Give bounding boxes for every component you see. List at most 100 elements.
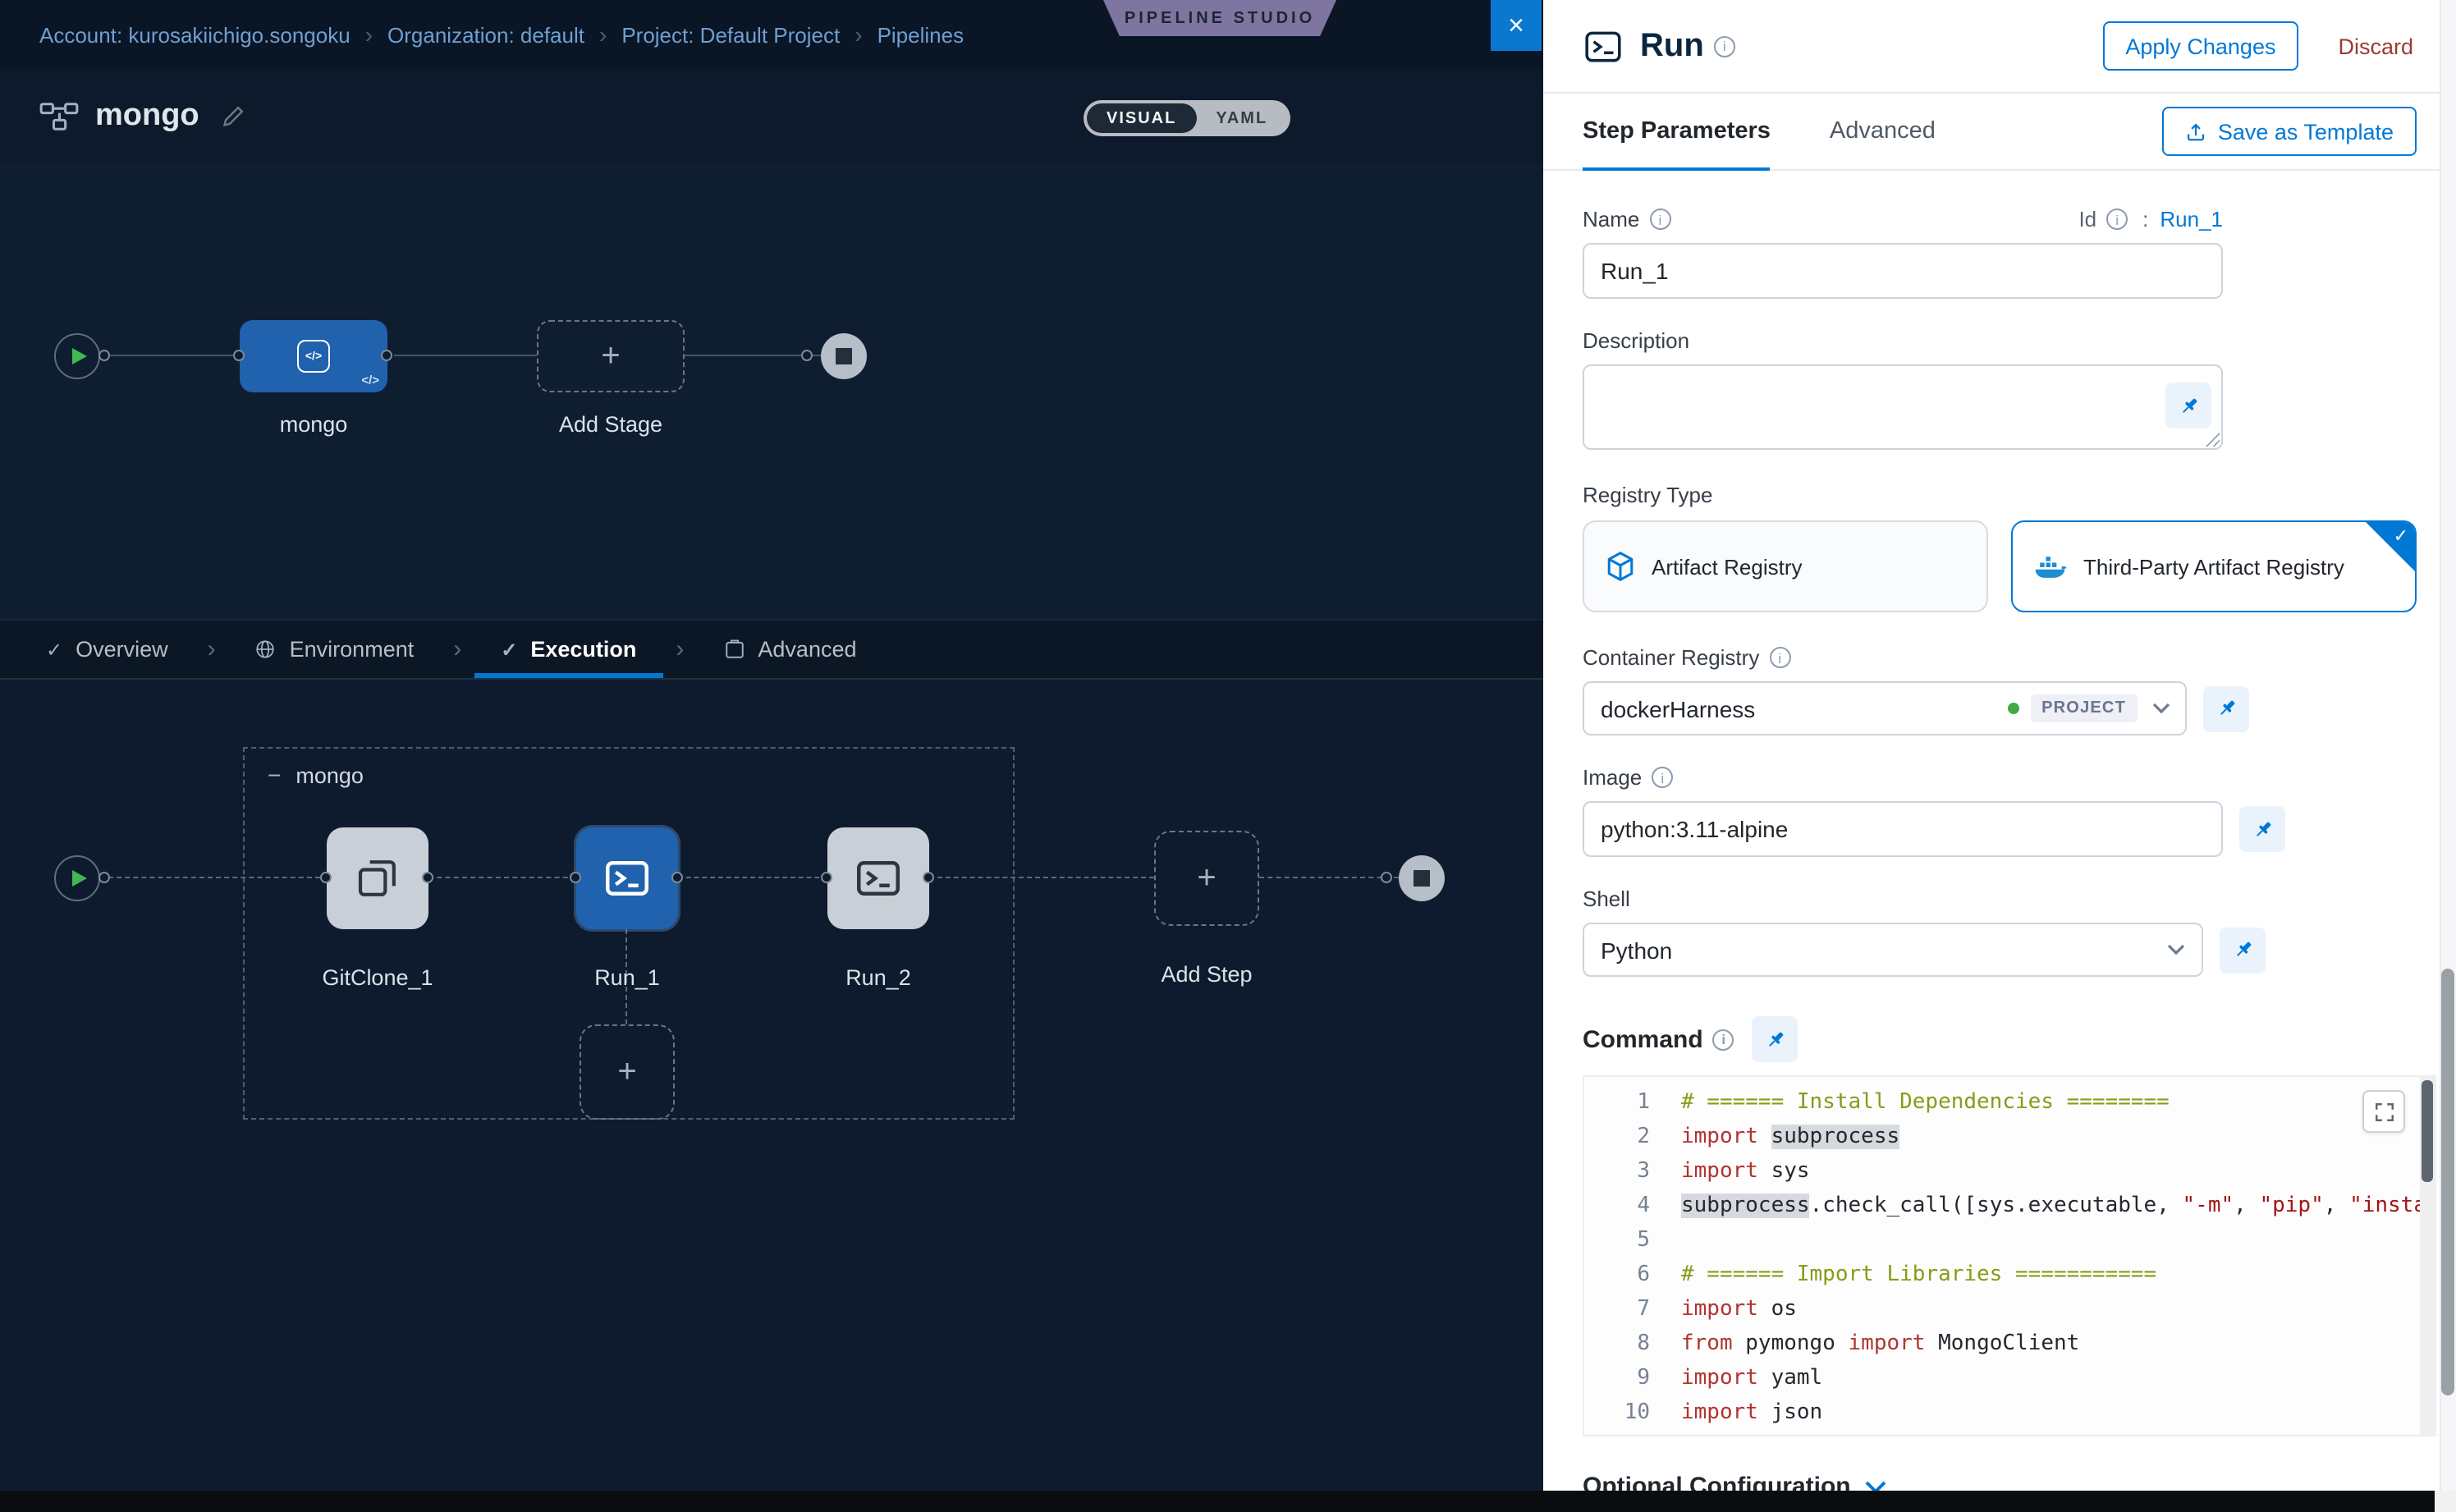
tab-overview[interactable]: ✓ Overview [43, 621, 172, 678]
advanced-icon [723, 639, 745, 660]
command-code-editor[interactable]: 12345678910 # ====== Install Dependencie… [1583, 1075, 2436, 1436]
environment-icon [255, 639, 277, 660]
step-node-run-2[interactable] [827, 827, 929, 929]
tab-advanced[interactable]: Advanced [720, 621, 859, 678]
node-port [923, 872, 934, 883]
edge [394, 355, 537, 356]
node-port [99, 350, 110, 361]
check-icon: ✓ [46, 638, 62, 661]
connected-status-dot [2007, 703, 2018, 714]
tab-environment[interactable]: Environment [252, 621, 418, 678]
image-pin-button[interactable] [2239, 806, 2285, 852]
name-label: Name i [1583, 207, 1670, 231]
description-field-wrap [1583, 364, 2223, 450]
editor-scrollbar [2420, 1077, 2435, 1435]
pipeline-studio-left: Account: kurosakiichigo.songoku › Organi… [0, 0, 1543, 1512]
tab-separator-icon: › [676, 635, 684, 663]
node-port [422, 872, 433, 883]
step-config-panel: Run i Apply Changes Discard Step Paramet… [1543, 0, 2456, 1512]
toggle-yaml[interactable]: YAML [1196, 103, 1287, 133]
container-registry-pin-button[interactable] [2203, 685, 2249, 731]
shell-pin-button[interactable] [2220, 927, 2266, 973]
breadcrumb-account[interactable]: Account: kurosakiichigo.songoku [39, 22, 351, 47]
node-port [1381, 872, 1392, 883]
collapse-group-icon[interactable]: − [268, 762, 281, 788]
horizontal-scrollbar[interactable] [0, 1491, 2435, 1512]
add-stage-label: Add Stage [496, 412, 726, 437]
tab-separator-icon: › [208, 635, 216, 663]
breadcrumb-project[interactable]: Project: Default Project [621, 22, 840, 47]
command-pin-button[interactable] [1753, 1016, 1798, 1062]
description-pin-button[interactable] [2165, 383, 2211, 428]
step-parameters-form: Name i Id i : Run_1 Description [1543, 171, 2456, 1512]
name-input[interactable] [1583, 243, 2223, 299]
editor-scrollbar-thumb[interactable] [2422, 1080, 2433, 1182]
panel-scrollbar-thumb[interactable] [2441, 969, 2454, 1395]
stage-corner-glyph: </> [361, 373, 379, 387]
step-label: Run_2 [763, 965, 993, 990]
registry-type-label: Registry Type [1583, 483, 2417, 507]
breadcrumb-separator-icon: › [855, 21, 862, 48]
pipeline-end-node [821, 333, 867, 379]
description-input[interactable] [1583, 364, 2223, 450]
edit-pipeline-icon[interactable] [222, 104, 245, 127]
git-clone-icon [355, 855, 401, 901]
node-port [320, 872, 332, 883]
panel-tabs: Step Parameters Advanced Save as Templat… [1543, 94, 2456, 171]
image-input[interactable] [1583, 801, 2223, 857]
node-port [821, 872, 832, 883]
discard-button[interactable]: Discard [2328, 32, 2423, 60]
command-label: Command i [1583, 1025, 1734, 1053]
id-label: Id [2078, 207, 2096, 231]
chevron-down-icon [2167, 944, 2185, 955]
info-icon: i [2106, 208, 2128, 230]
code-lines: # ====== Install Dependencies ========im… [1673, 1077, 2435, 1435]
close-panel-button[interactable]: × [1491, 0, 1542, 51]
stop-icon [836, 348, 852, 364]
shell-select[interactable]: Python [1583, 923, 2203, 977]
breadcrumb-separator-icon: › [599, 21, 607, 48]
tab-execution[interactable]: ✓ Execution [497, 621, 639, 678]
node-port [570, 872, 581, 883]
stage-node-mongo[interactable]: </> </> [240, 320, 387, 392]
step-node-gitclone-1[interactable] [327, 827, 428, 929]
step-label: Run_1 [512, 965, 742, 990]
stage-section-tabs: ✓ Overview › Environment › ✓ Execution › [0, 619, 1543, 680]
pipeline-icon [39, 101, 79, 131]
template-icon [2185, 121, 2206, 142]
tab-overview-label: Overview [76, 637, 168, 662]
info-icon: i [1713, 1029, 1734, 1050]
pipeline-header: mongo VISUAL YAML [0, 69, 1543, 163]
execution-canvas: − mongo GitC [0, 680, 1543, 1491]
add-parallel-step-button[interactable]: + [580, 1024, 675, 1120]
info-icon: i [1769, 647, 1790, 668]
save-as-template-button[interactable]: Save as Template [2162, 107, 2417, 156]
registry-option-third-party[interactable]: Third-Party Artifact Registry ✓ [2011, 520, 2417, 612]
container-registry-select[interactable]: dockerHarness PROJECT [1583, 681, 2187, 735]
add-step-button[interactable]: + [1154, 831, 1259, 926]
node-port [99, 872, 110, 883]
tab-step-parameters[interactable]: Step Parameters [1583, 94, 1771, 169]
plus-icon: + [601, 337, 620, 375]
add-stage-button[interactable]: + [537, 320, 685, 392]
breadcrumb-pipelines[interactable]: Pipelines [877, 22, 965, 47]
registry-option-artifact[interactable]: Artifact Registry [1583, 520, 1988, 612]
scope-badge: PROJECT [2030, 694, 2138, 722]
code-gutter: 12345678910 [1584, 1077, 1673, 1435]
id-value[interactable]: Run_1 [2160, 207, 2223, 231]
toggle-visual[interactable]: VISUAL [1087, 103, 1196, 133]
pipeline-start-node[interactable] [54, 333, 100, 379]
edge [100, 877, 320, 878]
description-label: Description [1583, 328, 2417, 353]
node-port [233, 350, 245, 361]
stage-canvas: </> </> mongo + Add Stage [0, 163, 1543, 619]
expand-editor-button[interactable] [2362, 1090, 2405, 1133]
apply-changes-button[interactable]: Apply Changes [2102, 21, 2298, 71]
execution-start-node[interactable] [54, 855, 100, 901]
tab-panel-advanced[interactable]: Advanced [1830, 94, 1936, 169]
tab-execution-label: Execution [530, 637, 636, 662]
breadcrumb-organization[interactable]: Organization: default [387, 22, 584, 47]
add-step-label: Add Step [1092, 962, 1322, 987]
shell-label: Shell [1583, 887, 2417, 911]
step-node-run-1[interactable] [576, 827, 678, 929]
